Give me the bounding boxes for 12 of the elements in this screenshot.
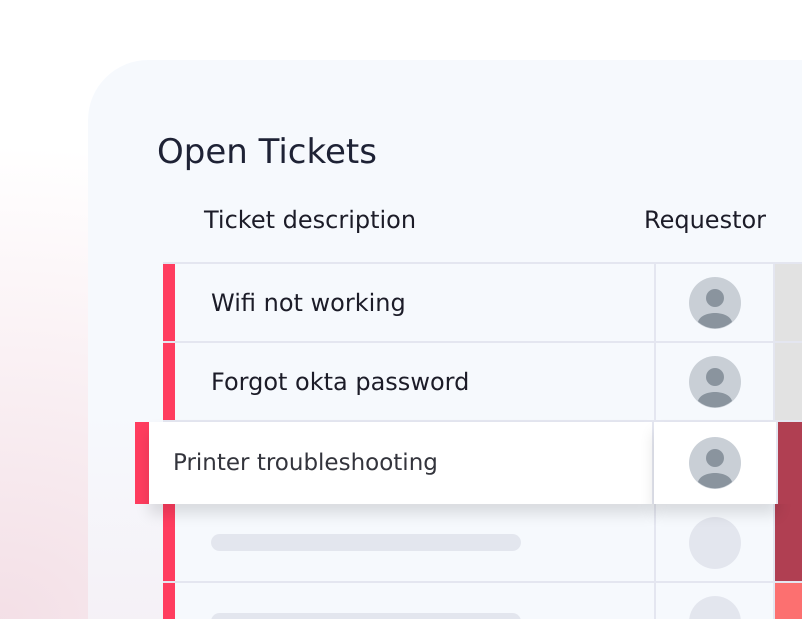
ticket-description: Wifi not working — [211, 288, 406, 316]
ticket-description: Forgot okta password — [211, 368, 470, 396]
avatar — [688, 276, 740, 328]
table-row[interactable]: Forgot okta password — [163, 343, 802, 422]
table-row[interactable] — [163, 504, 802, 583]
avatar — [689, 437, 741, 489]
ticket-description: Printer troubleshooting — [173, 450, 438, 476]
page-title: Open Tickets — [157, 131, 378, 174]
table-row[interactable]: Wifi not working — [163, 264, 802, 343]
avatar — [688, 356, 740, 408]
column-header: Requestor — [644, 206, 766, 234]
column-header: Ticket description — [204, 206, 418, 234]
